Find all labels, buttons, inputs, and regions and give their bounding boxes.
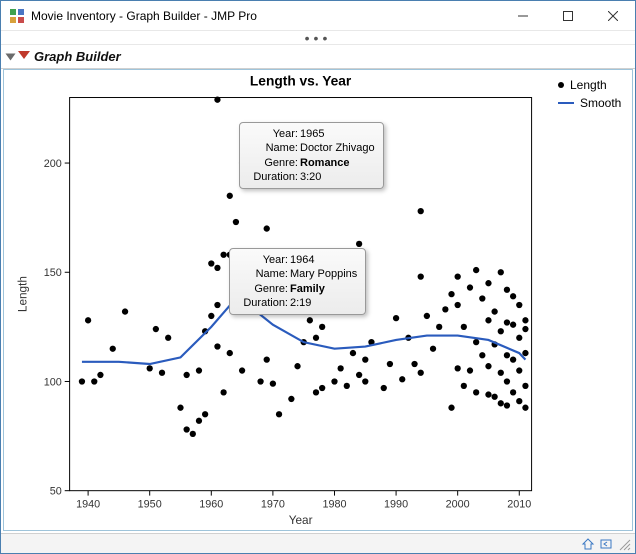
titlebar: Movie Inventory - Graph Builder - JMP Pr… xyxy=(1,1,635,31)
svg-text:Length vs. Year: Length vs. Year xyxy=(250,74,352,89)
close-button[interactable] xyxy=(590,1,635,31)
tooltip-name-label: Name: xyxy=(238,267,288,281)
tooltip-name-value: Mary Poppins xyxy=(290,267,357,281)
tooltip-genre-label: Genre: xyxy=(238,282,288,296)
svg-text:200: 200 xyxy=(44,158,62,170)
toolbar-overflow[interactable]: ••• xyxy=(1,31,635,45)
tooltip-duration-label: Duration: xyxy=(238,296,288,310)
svg-text:2000: 2000 xyxy=(446,498,470,510)
minimize-button[interactable] xyxy=(500,1,545,31)
window-title: Movie Inventory - Graph Builder - JMP Pr… xyxy=(31,9,500,23)
window-controls xyxy=(500,1,635,30)
svg-text:1990: 1990 xyxy=(384,498,408,510)
hover-tooltip: Year:1964 Name:Mary Poppins Genre:Family… xyxy=(229,248,366,315)
svg-text:1950: 1950 xyxy=(138,498,162,510)
section-title: Graph Builder xyxy=(34,49,121,64)
tooltip-year-label: Year: xyxy=(248,127,298,141)
nav-back-icon[interactable] xyxy=(599,537,613,551)
tooltip-genre-label: Genre: xyxy=(248,156,298,170)
home-icon[interactable] xyxy=(581,537,595,551)
tooltip-genre-value: Family xyxy=(290,282,325,296)
disclosure-triangle-icon[interactable] xyxy=(6,53,16,60)
svg-text:1980: 1980 xyxy=(322,498,346,510)
legend-line-icon xyxy=(558,102,574,104)
svg-text:1970: 1970 xyxy=(261,498,285,510)
tooltip-year-value: 1965 xyxy=(300,127,324,141)
svg-text:1960: 1960 xyxy=(199,498,223,510)
statusbar xyxy=(1,533,635,553)
svg-text:50: 50 xyxy=(50,486,62,498)
tooltip-duration-value: 2:19 xyxy=(290,296,311,310)
maximize-button[interactable] xyxy=(545,1,590,31)
legend-points-label: Length xyxy=(570,78,607,92)
jmp-app-icon xyxy=(9,8,25,24)
hover-tooltip: Year:1965 Name:Doctor Zhivago Genre:Roma… xyxy=(239,122,384,189)
app-window: Movie Inventory - Graph Builder - JMP Pr… xyxy=(0,0,636,554)
svg-text:Year: Year xyxy=(289,514,313,527)
tooltip-name-label: Name: xyxy=(248,141,298,155)
legend-item-points[interactable]: Length xyxy=(558,78,626,92)
tooltip-year-value: 1964 xyxy=(290,253,314,267)
section-header: Graph Builder xyxy=(1,45,635,69)
legend: Length Smooth xyxy=(552,70,632,530)
svg-text:100: 100 xyxy=(44,376,62,388)
svg-text:150: 150 xyxy=(44,267,62,279)
resize-grip-icon[interactable] xyxy=(617,537,631,551)
svg-text:2010: 2010 xyxy=(507,498,531,510)
graph-content: Length vs. Year 1940 1950 1960 1970 1980 1990 2… xyxy=(3,69,633,531)
chart-area[interactable]: Length vs. Year 1940 1950 1960 1970 1980 1990 2… xyxy=(4,70,552,530)
svg-text:Length: Length xyxy=(16,276,29,312)
tooltip-duration-value: 3:20 xyxy=(300,170,321,184)
tooltip-name-value: Doctor Zhivago xyxy=(300,141,375,155)
legend-dot-icon xyxy=(558,82,564,88)
legend-smooth-label: Smooth xyxy=(580,96,621,110)
report-menu-icon[interactable] xyxy=(18,51,30,63)
tooltip-duration-label: Duration: xyxy=(248,170,298,184)
svg-text:1940: 1940 xyxy=(76,498,100,510)
tooltip-year-label: Year: xyxy=(238,253,288,267)
tooltip-genre-value: Romance xyxy=(300,156,350,170)
legend-item-smooth[interactable]: Smooth xyxy=(558,96,626,110)
